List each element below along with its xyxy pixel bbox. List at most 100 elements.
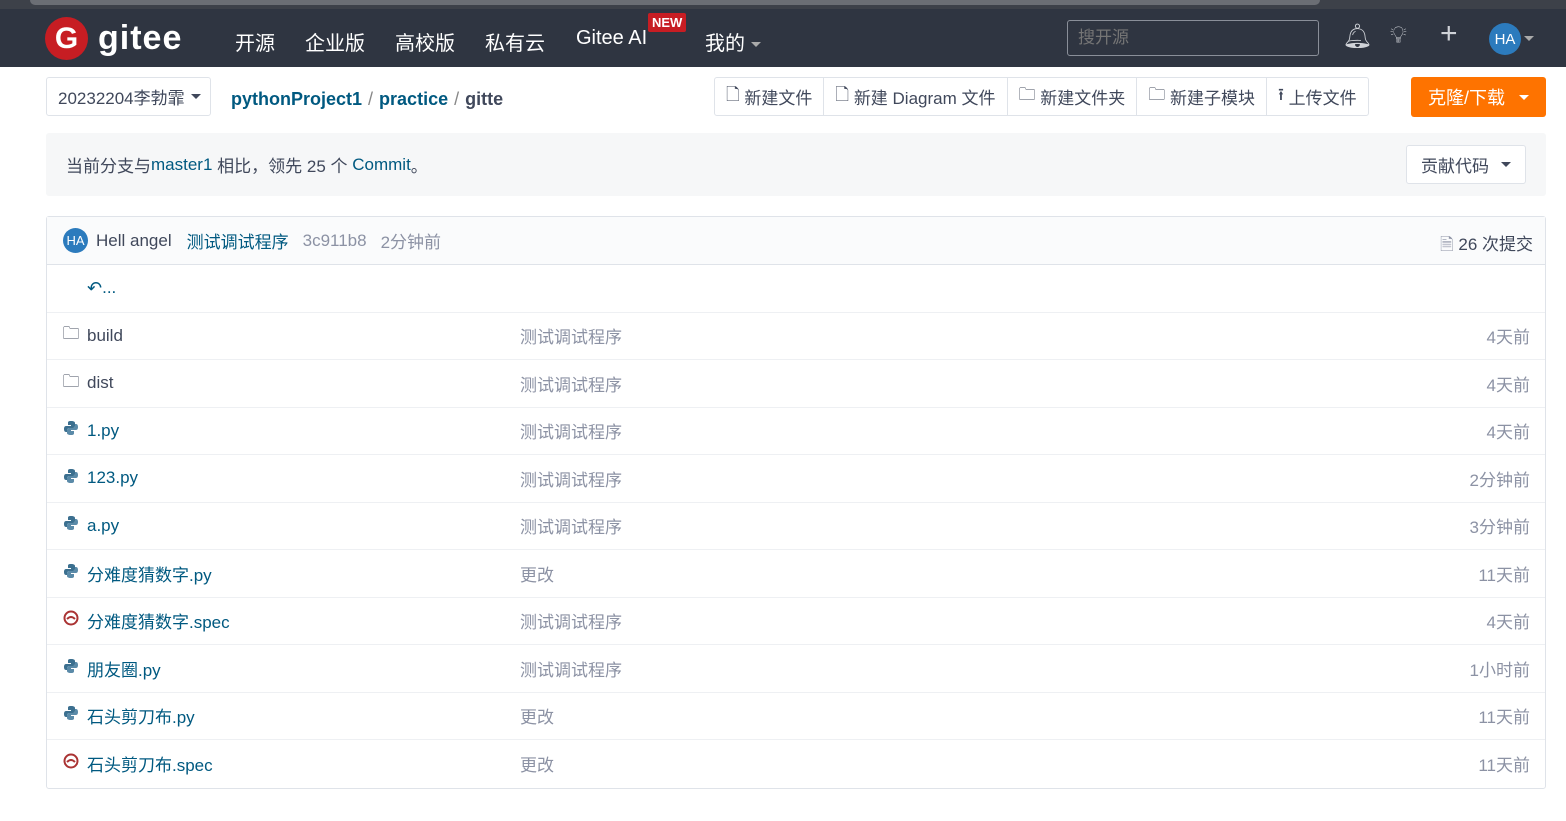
file-row[interactable]: 分难度猜数字.py 更改 11天前 bbox=[47, 550, 1545, 598]
file-row[interactable]: 🗀 dist 测试调试程序 4天前 bbox=[47, 360, 1545, 408]
notice-text: 当前分支与 bbox=[66, 157, 151, 176]
gitee-logo[interactable]: Ggitee bbox=[45, 17, 182, 60]
file-row[interactable]: 1.py 测试调试程序 4天前 bbox=[47, 408, 1545, 455]
back-arrow-icon: ↶ bbox=[87, 277, 103, 298]
nav-mine[interactable]: 我的 bbox=[705, 27, 761, 56]
file-time: 11天前 bbox=[1478, 565, 1530, 585]
new-file-button[interactable]: 🗋 新建文件 bbox=[715, 78, 825, 115]
label: 新建子模块 bbox=[1169, 89, 1255, 108]
file-commit-message[interactable]: 测试调试程序 bbox=[520, 418, 622, 443]
file-icon: 🗋 bbox=[726, 85, 745, 104]
file-commit-message[interactable]: 测试调试程序 bbox=[520, 608, 622, 633]
file-tree: HA Hell angel 测试调试程序 3c911b8 2分钟前 🗎 26 次… bbox=[46, 216, 1546, 789]
label: 新建文件夹 bbox=[1040, 89, 1126, 108]
notice-text: 。 bbox=[410, 157, 428, 176]
file-time: 4天前 bbox=[1486, 613, 1530, 633]
file-time: 4天前 bbox=[1486, 375, 1530, 395]
file-row[interactable]: 🗀 build 测试调试程序 4天前 bbox=[47, 313, 1545, 360]
branch-select[interactable]: 20232204李勃霏 bbox=[46, 77, 211, 116]
file-time: 4天前 bbox=[1486, 423, 1530, 443]
file-row[interactable]: 石头剪刀布.spec 更改 11天前 bbox=[47, 740, 1545, 788]
bell-icon[interactable]: 🔔︎ bbox=[1342, 22, 1372, 51]
new-diagram-button[interactable]: 🗋 新建 Diagram 文件 bbox=[824, 78, 1008, 115]
chevron-down-icon bbox=[190, 94, 201, 99]
new-folder-button[interactable]: 🗀 新建文件夹 bbox=[1008, 78, 1138, 115]
file-commit-message[interactable]: 更改 bbox=[520, 561, 554, 586]
logo-text: gitee bbox=[98, 19, 183, 57]
commit-sha[interactable]: 3c911b8 bbox=[303, 231, 367, 251]
python-file-icon bbox=[62, 705, 80, 726]
commit-author[interactable]: Hell angel bbox=[96, 231, 172, 251]
file-name[interactable]: 石头剪刀布.py bbox=[87, 703, 195, 728]
author-avatar[interactable]: HA bbox=[63, 228, 88, 253]
gitee-logo-icon: G bbox=[45, 17, 88, 60]
file-commit-message[interactable]: 测试调试程序 bbox=[520, 466, 622, 491]
file-name[interactable]: dist bbox=[87, 373, 113, 393]
python-file-icon bbox=[62, 420, 80, 441]
clone-download-button[interactable]: 克隆/下载 bbox=[1411, 77, 1546, 117]
parent-dir-row[interactable]: ↶ ... bbox=[47, 265, 1545, 313]
file-commit-message[interactable]: 测试调试程序 bbox=[520, 656, 622, 681]
file-name[interactable]: 石头剪刀布.spec bbox=[87, 751, 213, 776]
latest-commit: HA Hell angel 测试调试程序 3c911b8 2分钟前 🗎 26 次… bbox=[47, 217, 1545, 265]
nav-private-cloud[interactable]: 私有云 bbox=[485, 27, 545, 56]
nav-university[interactable]: 高校版 bbox=[395, 27, 455, 56]
notice-commit-link[interactable]: Commit bbox=[352, 155, 411, 175]
folder-icon: 🗀 bbox=[62, 324, 80, 344]
chevron-down-icon bbox=[1501, 162, 1511, 167]
avatar-chevron-icon[interactable] bbox=[1524, 36, 1534, 41]
search-input[interactable] bbox=[1067, 20, 1319, 56]
label: 新建 Diagram 文件 bbox=[853, 89, 996, 108]
plus-icon[interactable]: + bbox=[1440, 17, 1458, 51]
file-row[interactable]: 123.py 测试调试程序 2分钟前 bbox=[47, 455, 1545, 503]
file-name[interactable]: 1.py bbox=[87, 421, 119, 441]
file-commit-message[interactable]: 更改 bbox=[520, 703, 554, 728]
lightbulb-icon[interactable]: 💡︎ bbox=[1390, 22, 1407, 50]
breadcrumb-folder[interactable]: practice bbox=[379, 89, 448, 109]
commit-count[interactable]: 🗎 26 次提交 bbox=[1440, 230, 1533, 261]
user-avatar[interactable]: HA bbox=[1489, 23, 1521, 55]
file-name[interactable]: 分难度猜数字.py bbox=[87, 561, 212, 586]
file-commit-message[interactable]: 更改 bbox=[520, 751, 554, 776]
branch-label: 20232204李勃霏 bbox=[58, 89, 185, 108]
file-name[interactable]: build bbox=[87, 326, 123, 346]
file-time: 1小时前 bbox=[1469, 660, 1530, 680]
file-commit-message[interactable]: 测试调试程序 bbox=[520, 513, 622, 538]
file-row[interactable]: 朋友圈.py 测试调试程序 1小时前 bbox=[47, 645, 1545, 693]
file-icon: 🗋 bbox=[835, 85, 854, 104]
file-commit-message[interactable]: 测试调试程序 bbox=[520, 323, 622, 348]
file-row[interactable]: 分难度猜数字.spec 测试调试程序 4天前 bbox=[47, 598, 1545, 645]
notice-branch-link[interactable]: master1 bbox=[151, 155, 212, 175]
nav-mine-label: 我的 bbox=[705, 33, 745, 55]
file-name[interactable]: 分难度猜数字.spec bbox=[87, 608, 230, 633]
file-name[interactable]: 朋友圈.py bbox=[87, 656, 161, 681]
history-icon: 🗎 bbox=[1439, 235, 1459, 254]
commit-time: 2分钟前 bbox=[380, 233, 442, 252]
folder-icon: 🗀 bbox=[1148, 85, 1170, 104]
new-badge: NEW bbox=[648, 13, 687, 32]
commit-message[interactable]: 测试调试程序 bbox=[187, 228, 289, 253]
breadcrumb-current: gitte bbox=[465, 89, 504, 109]
breadcrumb: pythonProject1/practice / gitte bbox=[231, 89, 503, 110]
commit-count-label: 26 次提交 bbox=[1458, 235, 1533, 254]
file-time: 11天前 bbox=[1478, 756, 1530, 776]
file-time: 4天前 bbox=[1486, 328, 1530, 348]
python-file-icon bbox=[62, 515, 80, 536]
file-row[interactable]: a.py 测试调试程序 3分钟前 bbox=[47, 503, 1545, 550]
file-name[interactable]: a.py bbox=[87, 516, 119, 536]
new-submodule-button[interactable]: 🗀 新建子模块 bbox=[1137, 78, 1267, 115]
file-row[interactable]: 石头剪刀布.py 更改 11天前 bbox=[47, 693, 1545, 740]
nav-enterprise[interactable]: 企业版 bbox=[305, 27, 365, 56]
label: 克隆/下载 bbox=[1427, 88, 1505, 108]
folder-icon: 🗀 bbox=[1018, 85, 1041, 104]
file-commit-message[interactable]: 测试调试程序 bbox=[520, 371, 622, 396]
upload-file-button[interactable]: ⭱ 上传文件 bbox=[1267, 78, 1368, 115]
python-file-icon bbox=[62, 468, 80, 489]
contribute-button[interactable]: 贡献代码 bbox=[1406, 145, 1526, 184]
nav-gitee-ai[interactable]: Gitee AI bbox=[576, 27, 647, 50]
breadcrumb-sep: / bbox=[454, 89, 460, 109]
nav-open-source[interactable]: 开源 bbox=[235, 27, 275, 56]
upload-icon: ⭱ bbox=[1277, 85, 1289, 104]
file-name[interactable]: 123.py bbox=[87, 468, 138, 488]
breadcrumb-repo[interactable]: pythonProject1 bbox=[231, 89, 362, 109]
